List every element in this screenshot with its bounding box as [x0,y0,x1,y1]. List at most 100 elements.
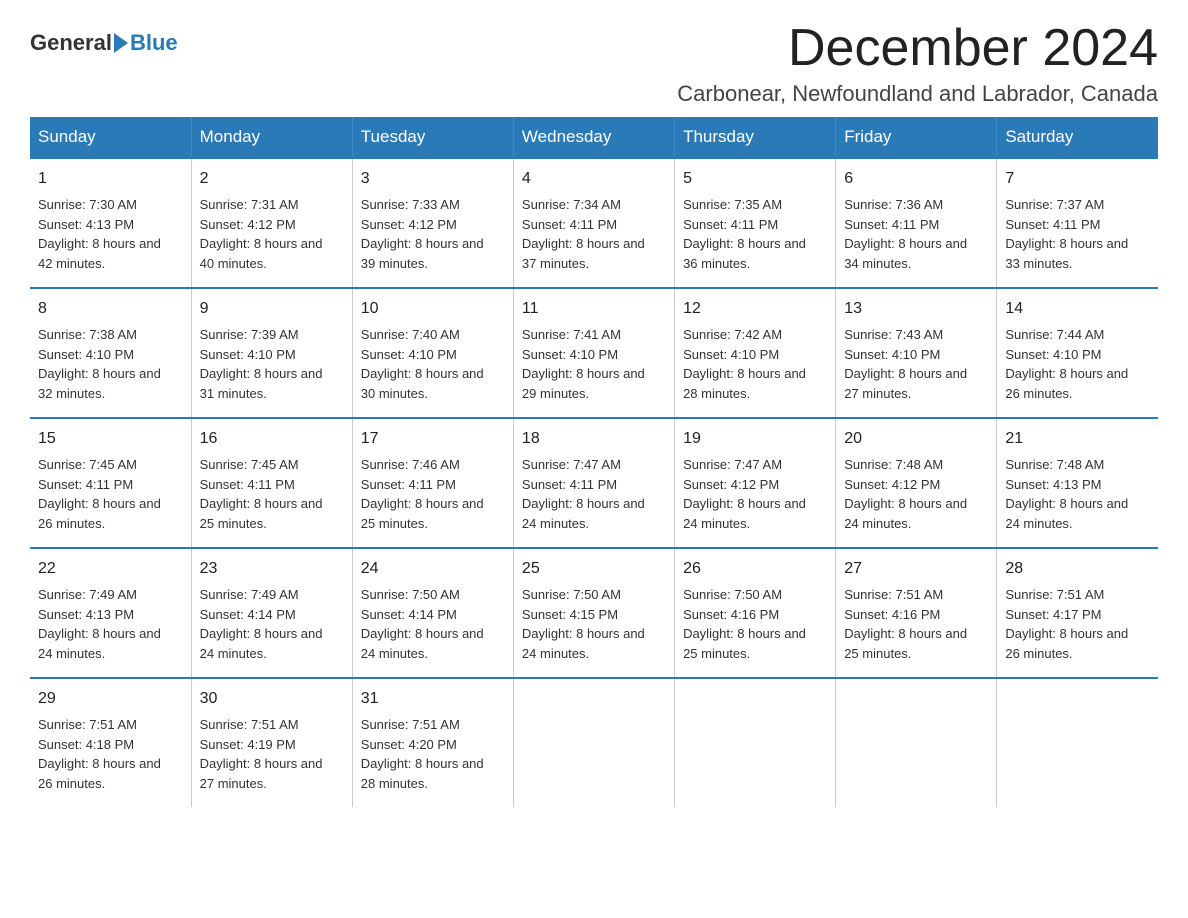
day-info: Sunrise: 7:35 AMSunset: 4:11 PMDaylight:… [683,195,827,273]
day-number: 6 [844,167,988,191]
calendar-day-cell: 3 Sunrise: 7:33 AMSunset: 4:12 PMDaylight… [352,158,513,288]
day-info: Sunrise: 7:47 AMSunset: 4:12 PMDaylight:… [683,455,827,533]
day-info: Sunrise: 7:30 AMSunset: 4:13 PMDaylight:… [38,195,183,273]
calendar-day-cell: 17 Sunrise: 7:46 AMSunset: 4:11 PMDayligh… [352,418,513,548]
calendar-day-cell [836,678,997,807]
calendar-day-cell: 8Sunrise: 7:38 AMSunset: 4:10 PMDaylight… [30,288,191,418]
day-number: 20 [844,427,988,451]
day-number: 10 [361,297,505,321]
day-info: Sunrise: 7:37 AMSunset: 4:11 PMDaylight:… [1005,195,1150,273]
day-info: Sunrise: 7:50 AMSunset: 4:16 PMDaylight:… [683,585,827,663]
day-info: Sunrise: 7:51 AMSunset: 4:17 PMDaylight:… [1005,585,1150,663]
calendar-day-cell: 18 Sunrise: 7:47 AMSunset: 4:11 PMDayligh… [513,418,674,548]
day-number: 27 [844,557,988,581]
calendar-day-cell [675,678,836,807]
calendar-day-cell: 9Sunrise: 7:39 AMSunset: 4:10 PMDaylight… [191,288,352,418]
col-sunday: Sunday [30,117,191,158]
day-info: Sunrise: 7:39 AMSunset: 4:10 PMDaylight:… [200,325,344,403]
logo-general-text: General [30,30,112,56]
calendar-week-row: 15 Sunrise: 7:45 AMSunset: 4:11 PMDayligh… [30,418,1158,548]
calendar-day-cell: 7Sunrise: 7:37 AMSunset: 4:11 PMDaylight… [997,158,1158,288]
calendar-header: Sunday Monday Tuesday Wednesday Thursday… [30,117,1158,158]
day-info: Sunrise: 7:45 AMSunset: 4:11 PMDaylight:… [38,455,183,533]
day-number: 29 [38,687,183,711]
day-info: Sunrise: 7:46 AMSunset: 4:11 PMDaylight:… [361,455,505,533]
col-monday: Monday [191,117,352,158]
calendar-day-cell: 29 Sunrise: 7:51 AMSunset: 4:18 PMDayligh… [30,678,191,807]
day-number: 30 [200,687,344,711]
day-info: Sunrise: 7:49 AMSunset: 4:14 PMDaylight:… [200,585,344,663]
calendar-day-cell: 15 Sunrise: 7:45 AMSunset: 4:11 PMDayligh… [30,418,191,548]
day-number: 21 [1005,427,1150,451]
day-number: 13 [844,297,988,321]
logo-arrow-icon [114,33,128,53]
day-number: 28 [1005,557,1150,581]
calendar-body: 1Sunrise: 7:30 AMSunset: 4:13 PMDaylight… [30,158,1158,807]
calendar-day-cell: 23Sunrise: 7:49 AMSunset: 4:14 PMDayligh… [191,548,352,678]
calendar-day-cell: 4 Sunrise: 7:34 AMSunset: 4:11 PMDaylight… [513,158,674,288]
day-number: 4 [522,167,666,191]
day-number: 26 [683,557,827,581]
day-number: 3 [361,167,505,191]
calendar-day-cell: 5 Sunrise: 7:35 AMSunset: 4:11 PMDaylight… [675,158,836,288]
day-number: 11 [522,297,666,321]
col-friday: Friday [836,117,997,158]
calendar-day-cell: 27 Sunrise: 7:51 AMSunset: 4:16 PMDayligh… [836,548,997,678]
day-info: Sunrise: 7:51 AMSunset: 4:19 PMDaylight:… [200,715,344,793]
calendar-day-cell: 22 Sunrise: 7:49 AMSunset: 4:13 PMDayligh… [30,548,191,678]
day-number: 19 [683,427,827,451]
day-number: 12 [683,297,827,321]
col-thursday: Thursday [675,117,836,158]
day-number: 14 [1005,297,1150,321]
calendar-day-cell: 11Sunrise: 7:41 AMSunset: 4:10 PMDayligh… [513,288,674,418]
day-info: Sunrise: 7:31 AMSunset: 4:12 PMDaylight:… [200,195,344,273]
day-info: Sunrise: 7:33 AMSunset: 4:12 PMDaylight:… [361,195,505,273]
day-info: Sunrise: 7:34 AMSunset: 4:11 PMDaylight:… [522,195,666,273]
header-row: Sunday Monday Tuesday Wednesday Thursday… [30,117,1158,158]
day-number: 31 [361,687,505,711]
page-header: General Blue December 2024 Carbonear, Ne… [30,20,1158,107]
day-info: Sunrise: 7:51 AMSunset: 4:20 PMDaylight:… [361,715,505,793]
logo-blue-text: Blue [130,30,178,56]
calendar-day-cell: 1Sunrise: 7:30 AMSunset: 4:13 PMDaylight… [30,158,191,288]
calendar-day-cell: 30 Sunrise: 7:51 AMSunset: 4:19 PMDayligh… [191,678,352,807]
day-info: Sunrise: 7:43 AMSunset: 4:10 PMDaylight:… [844,325,988,403]
day-info: Sunrise: 7:48 AMSunset: 4:12 PMDaylight:… [844,455,988,533]
day-info: Sunrise: 7:44 AMSunset: 4:10 PMDaylight:… [1005,325,1150,403]
day-number: 8 [38,297,183,321]
day-info: Sunrise: 7:49 AMSunset: 4:13 PMDaylight:… [38,585,183,663]
calendar-day-cell: 13 Sunrise: 7:43 AMSunset: 4:10 PMDayligh… [836,288,997,418]
day-info: Sunrise: 7:48 AMSunset: 4:13 PMDaylight:… [1005,455,1150,533]
logo: General Blue [30,30,178,56]
calendar-table: Sunday Monday Tuesday Wednesday Thursday… [30,117,1158,807]
day-number: 22 [38,557,183,581]
calendar-day-cell: 21 Sunrise: 7:48 AMSunset: 4:13 PMDayligh… [997,418,1158,548]
calendar-day-cell: 14 Sunrise: 7:44 AMSunset: 4:10 PMDayligh… [997,288,1158,418]
day-info: Sunrise: 7:40 AMSunset: 4:10 PMDaylight:… [361,325,505,403]
day-number: 17 [361,427,505,451]
calendar-day-cell: 31 Sunrise: 7:51 AMSunset: 4:20 PMDayligh… [352,678,513,807]
calendar-week-row: 22 Sunrise: 7:49 AMSunset: 4:13 PMDayligh… [30,548,1158,678]
day-info: Sunrise: 7:47 AMSunset: 4:11 PMDaylight:… [522,455,666,533]
calendar-day-cell: 10 Sunrise: 7:40 AMSunset: 4:10 PMDayligh… [352,288,513,418]
calendar-day-cell: 28 Sunrise: 7:51 AMSunset: 4:17 PMDayligh… [997,548,1158,678]
calendar-day-cell [513,678,674,807]
calendar-day-cell: 20 Sunrise: 7:48 AMSunset: 4:12 PMDayligh… [836,418,997,548]
day-number: 15 [38,427,183,451]
day-info: Sunrise: 7:51 AMSunset: 4:16 PMDaylight:… [844,585,988,663]
month-title: December 2024 [677,20,1158,77]
day-info: Sunrise: 7:51 AMSunset: 4:18 PMDaylight:… [38,715,183,793]
day-number: 25 [522,557,666,581]
calendar-day-cell: 26 Sunrise: 7:50 AMSunset: 4:16 PMDayligh… [675,548,836,678]
day-number: 5 [683,167,827,191]
calendar-day-cell: 25Sunrise: 7:50 AMSunset: 4:15 PMDayligh… [513,548,674,678]
day-info: Sunrise: 7:50 AMSunset: 4:14 PMDaylight:… [361,585,505,663]
day-info: Sunrise: 7:36 AMSunset: 4:11 PMDaylight:… [844,195,988,273]
calendar-day-cell: 2 Sunrise: 7:31 AMSunset: 4:12 PMDaylight… [191,158,352,288]
day-number: 18 [522,427,666,451]
calendar-day-cell: 24Sunrise: 7:50 AMSunset: 4:14 PMDayligh… [352,548,513,678]
day-number: 2 [200,167,344,191]
col-tuesday: Tuesday [352,117,513,158]
calendar-day-cell [997,678,1158,807]
calendar-day-cell: 16Sunrise: 7:45 AMSunset: 4:11 PMDayligh… [191,418,352,548]
